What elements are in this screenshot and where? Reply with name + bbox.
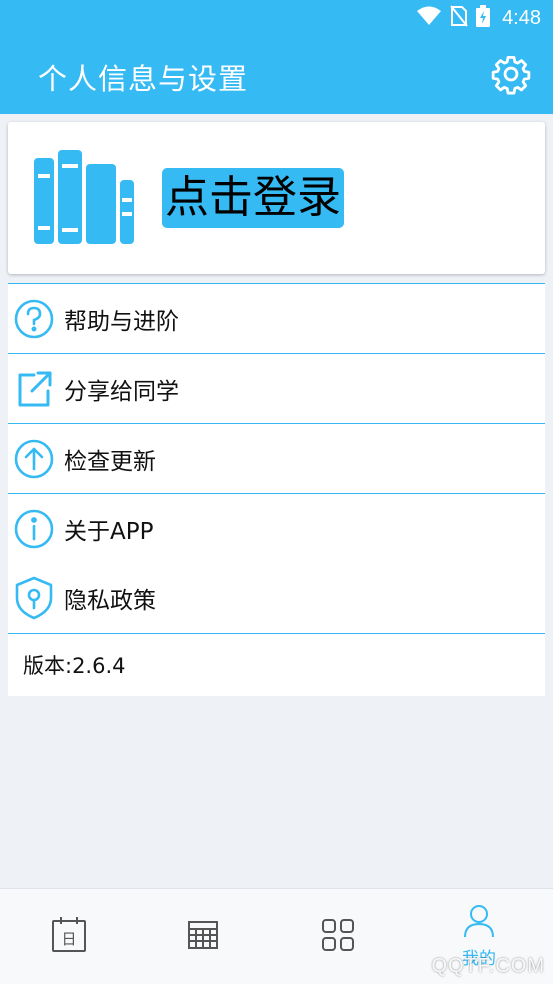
menu-item-update[interactable]: 检查更新: [8, 423, 545, 493]
apps-grid-icon: [321, 918, 355, 956]
menu-item-label: 分享给同学: [64, 378, 179, 405]
menu-item-label: 检查更新: [64, 448, 156, 475]
help-circle-icon: [13, 298, 55, 340]
info-circle-icon: [13, 508, 55, 550]
version-text: 版本:2.6.4: [23, 654, 126, 678]
status-icons: 4:48: [416, 5, 541, 31]
no-sim-icon: [450, 5, 468, 31]
tab-table[interactable]: [134, 889, 272, 984]
settings-button[interactable]: [489, 54, 533, 98]
share-external-icon: [13, 368, 55, 410]
table-grid-icon: [187, 920, 219, 954]
version-row: 版本:2.6.4: [8, 633, 545, 696]
tab-calendar[interactable]: 日: [0, 889, 138, 984]
menu-item-privacy[interactable]: 隐私政策: [8, 563, 545, 633]
battery-charging-icon: [476, 5, 491, 31]
calendar-day-icon: 日: [50, 916, 88, 958]
shield-lock-icon: [13, 576, 55, 620]
login-button[interactable]: 点击登录: [162, 168, 344, 228]
menu-item-share[interactable]: 分享给同学: [8, 353, 545, 423]
calendar-day-text: 日: [61, 930, 76, 948]
app-bar: 个人信息与设置: [0, 36, 553, 114]
status-time: 4:48: [502, 6, 541, 29]
wifi-icon: [416, 6, 442, 30]
page-title: 个人信息与设置: [38, 62, 249, 96]
menu-item-label: 隐私政策: [64, 588, 156, 614]
gear-icon: [490, 53, 532, 99]
status-bar: 4:48: [0, 0, 553, 36]
menu-item-about[interactable]: 关于APP: [8, 493, 545, 563]
menu-item-label: 关于APP: [64, 518, 154, 545]
watermark: QQTF.COM: [431, 955, 545, 977]
person-icon: [463, 904, 495, 942]
menu-item-label: 帮助与进阶: [64, 308, 179, 335]
arrow-up-circle-icon: [13, 438, 55, 480]
bottom-nav: 日 我的 QQTF.COM: [0, 888, 553, 984]
tab-apps[interactable]: [269, 889, 407, 984]
menu-item-help[interactable]: 帮助与进阶: [8, 283, 545, 353]
settings-menu: 帮助与进阶 分享给同学 检查更新 关于APP 隐私政策 版本:2.6.4: [8, 283, 545, 696]
books-icon: [34, 150, 136, 250]
login-card[interactable]: 点击登录: [8, 122, 545, 274]
